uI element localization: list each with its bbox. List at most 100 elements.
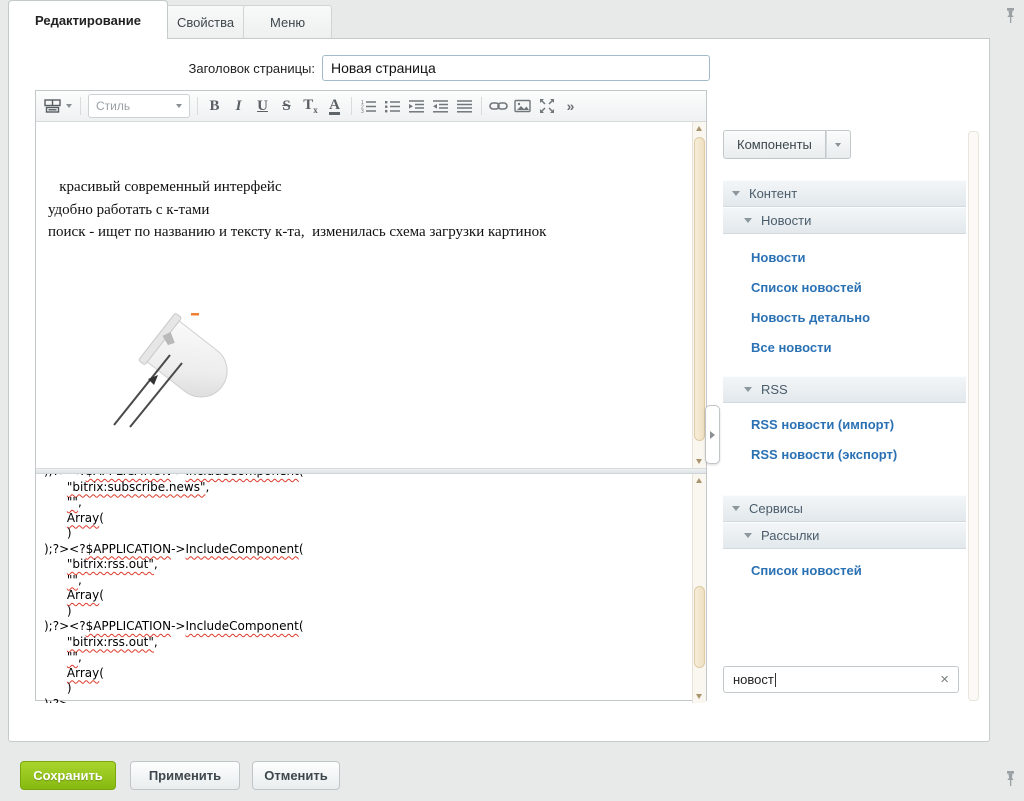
tree-spacer: [723, 234, 966, 242]
component-link-label: RSS новости (импорт): [751, 417, 894, 432]
bullet-list-icon[interactable]: [381, 94, 404, 118]
scroll-down-icon[interactable]: [696, 459, 702, 464]
page-title-label: Заголовок страницы:: [120, 61, 315, 76]
code-view[interactable]: );?><?$APPLICATION->IncludeComponent( "b…: [36, 474, 692, 703]
tree-section-label: RSS: [761, 382, 788, 397]
code-text: [44, 511, 67, 525]
code-text: );?><?: [44, 474, 86, 478]
code-text: [44, 588, 67, 602]
code-line: "bitrix:subscribe.news",: [44, 480, 692, 496]
misspelled-token: $APPLICATION: [86, 619, 172, 633]
pin-icon[interactable]: [1003, 7, 1018, 24]
component-link[interactable]: Список новостей: [723, 272, 966, 302]
tree-section-label: Рассылки: [761, 528, 819, 543]
font-color-button[interactable]: A: [323, 94, 346, 118]
misspelled-token: Array: [67, 511, 99, 525]
cancel-button[interactable]: Отменить: [252, 761, 340, 790]
tree-section-header[interactable]: Сервисы: [723, 495, 966, 522]
italic-button[interactable]: I: [227, 94, 250, 118]
save-button[interactable]: Сохранить: [20, 761, 116, 790]
underline-glyph: U: [257, 98, 268, 115]
misspelled-token: IncludeComponent: [185, 542, 298, 556]
code-line: ): [44, 681, 692, 697]
chevron-down-icon: [744, 387, 752, 392]
image-icon[interactable]: [511, 94, 534, 118]
fullscreen-icon[interactable]: [535, 94, 558, 118]
outdent-icon[interactable]: [429, 94, 452, 118]
underline-button[interactable]: U: [251, 94, 274, 118]
clear-search-icon[interactable]: ×: [940, 672, 949, 687]
component-link[interactable]: Все новости: [723, 332, 966, 362]
tree-section-label: Новости: [761, 213, 811, 228]
bold-button[interactable]: B: [203, 94, 226, 118]
led-image[interactable]: [58, 290, 686, 460]
code-line: );?><?$APPLICATION->IncludeComponent(: [44, 619, 692, 635]
panel-collapse-handle[interactable]: [705, 405, 720, 464]
code-text: );?><?: [44, 542, 86, 556]
scroll-up-icon[interactable]: [696, 478, 702, 483]
pin-icon[interactable]: [1003, 770, 1018, 787]
apply-button[interactable]: Применить: [130, 761, 240, 790]
tree-section-sub[interactable]: RSS: [723, 376, 966, 403]
editor-paragraphs: красивый современный интерфейсудобно раб…: [48, 176, 686, 243]
code-text: );?><?: [44, 619, 86, 633]
code-text: (: [299, 619, 304, 633]
link-icon[interactable]: [487, 94, 510, 118]
tree-section-header[interactable]: Контент: [723, 180, 966, 207]
panel-scrollbar-track[interactable]: [968, 131, 979, 701]
code-text: (: [99, 511, 104, 525]
misspelled-token: Array: [67, 588, 99, 602]
misspelled-token: IncludeComponent: [185, 619, 298, 633]
ordered-list-icon[interactable]: 123: [357, 94, 380, 118]
code-scrollbar[interactable]: [692, 474, 706, 703]
toolbar-separator: [80, 97, 81, 115]
component-link[interactable]: Новости: [723, 242, 966, 272]
code-text: [44, 650, 67, 664]
style-dropdown[interactable]: Стиль: [88, 94, 190, 118]
scroll-down-icon[interactable]: [696, 694, 702, 699]
svg-text:3: 3: [361, 108, 364, 113]
strikethrough-button[interactable]: S: [275, 94, 298, 118]
clear-format-button[interactable]: Tx: [299, 94, 322, 118]
misspelled-token: Array: [67, 666, 99, 680]
misspelled-token: "bitrix:subscribe.news": [67, 480, 206, 494]
indent-icon[interactable]: [405, 94, 428, 118]
component-link[interactable]: RSS новости (экспорт): [723, 439, 966, 469]
components-button-group: Компоненты: [723, 130, 966, 159]
component-link[interactable]: Новость детально: [723, 302, 966, 332]
code-text: (: [99, 588, 104, 602]
code-text: [44, 666, 67, 680]
misspelled-token: $APPLICATION: [86, 542, 172, 556]
code-text: ): [44, 681, 72, 695]
code-line: "",: [44, 573, 692, 589]
more-tools-button[interactable]: »: [559, 94, 582, 118]
scroll-up-icon[interactable]: [696, 126, 702, 131]
code-area[interactable]: );?><?$APPLICATION->IncludeComponent( "b…: [36, 474, 706, 703]
font-color-glyph: A: [329, 98, 340, 115]
page: РедактированиеСвойстваМеню Заголовок стр…: [0, 0, 1024, 801]
editor-paragraph: поиск - ищет по названию и тексту к-та, …: [48, 221, 686, 243]
code-text: ,: [78, 650, 82, 664]
page-title-input[interactable]: [322, 55, 710, 81]
tree-section-sub[interactable]: Новости: [723, 207, 966, 234]
editor-paragraph: красивый современный интерфейс: [48, 176, 686, 198]
code-text: ,: [154, 557, 158, 571]
components-button[interactable]: Компоненты: [723, 130, 826, 159]
tree-section-sub[interactable]: Рассылки: [723, 522, 966, 549]
components-dropdown-button[interactable]: [826, 130, 851, 159]
editor-scrollbar[interactable]: [692, 122, 706, 468]
component-search-input[interactable]: новост ×: [723, 666, 959, 693]
clear-format-glyph: Tx: [303, 97, 318, 115]
template-layout-icon[interactable]: [41, 94, 75, 118]
scrollbar-thumb[interactable]: [694, 586, 705, 668]
wysiwyg-area[interactable]: красивый современный интерфейсудобно раб…: [36, 122, 706, 469]
component-link-label: Все новости: [751, 340, 831, 355]
component-link[interactable]: RSS новости (импорт): [723, 409, 966, 439]
code-text: ,: [78, 495, 82, 509]
component-link[interactable]: Список новостей: [723, 555, 966, 585]
justify-icon[interactable]: [453, 94, 476, 118]
tab-3[interactable]: Меню: [243, 5, 332, 39]
tab-1[interactable]: Редактирование: [8, 0, 168, 39]
wysiwyg-text[interactable]: красивый современный интерфейсудобно раб…: [36, 122, 692, 468]
scrollbar-thumb[interactable]: [694, 137, 705, 441]
